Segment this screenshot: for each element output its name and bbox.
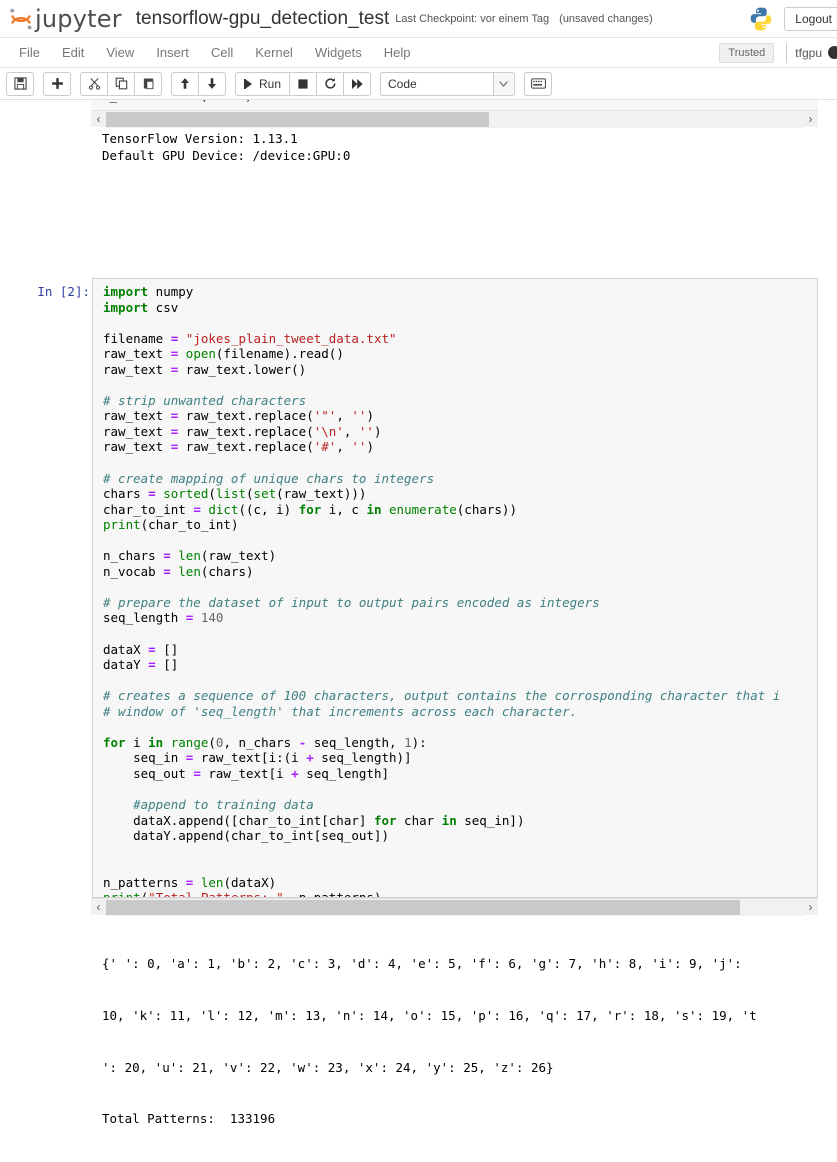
output-line-2: 10, 'k': 11, 'l': 12, 'm': 13, 'n': 14, …: [102, 1008, 757, 1024]
restart-circle-icon: [324, 78, 336, 89]
menu-item-kernel[interactable]: Kernel: [244, 40, 304, 65]
scrollbar-above-cell[interactable]: ‹ ›: [91, 110, 818, 128]
scrollbar-track[interactable]: [106, 110, 803, 128]
menu-item-cell[interactable]: Cell: [200, 40, 244, 65]
scroll-left-arrow-icon[interactable]: ‹: [91, 899, 106, 916]
notebook-title[interactable]: tensorflow-gpu_detection_test: [136, 8, 390, 30]
menu-bar: File Edit View Insert Cell Kernel Widget…: [0, 38, 837, 68]
chevron-down-icon: [493, 72, 514, 95]
scroll-right-arrow-icon[interactable]: ›: [803, 111, 818, 128]
restart-and-run-all-button[interactable]: [343, 71, 372, 96]
stop-square-icon: [298, 78, 308, 89]
previous-cell-output: TensorFlow Version: 1.13.1 Default GPU D…: [102, 131, 351, 163]
restart-kernel-button[interactable]: [316, 71, 345, 96]
menubar-right-group: Trusted tfgpu: [719, 38, 837, 67]
scrollbar-thumb[interactable]: [106, 111, 490, 127]
interrupt-kernel-button[interactable]: [289, 71, 318, 96]
notebook-header: jupyter tensorflow-gpu_detection_test La…: [0, 0, 837, 38]
jupyter-brand-text: jupyter: [35, 4, 122, 33]
command-palette-button[interactable]: [524, 71, 553, 96]
jupyter-logo-icon: [10, 8, 32, 29]
arrow-down-icon: [207, 78, 217, 89]
scroll-left-arrow-icon[interactable]: ‹: [91, 111, 106, 128]
save-icon: [13, 77, 27, 90]
last-checkpoint-label: Last Checkpoint: vor einem Tag: [395, 12, 550, 25]
run-play-icon: [244, 78, 252, 89]
output-line-1: {' ': 0, 'a': 1, 'b': 2, 'c': 3, 'd': 4,…: [102, 956, 742, 972]
scrollbar-code-cell[interactable]: ‹ ›: [91, 898, 818, 916]
toolbar-group-palette: [524, 71, 553, 96]
paste-icon: [143, 78, 153, 90]
menu-item-widgets[interactable]: Widgets: [304, 40, 373, 65]
header-right-group: Logout: [748, 6, 837, 32]
output-line-3: ': 20, 'u': 21, 'v': 22, 'w': 23, 'x': 2…: [102, 1059, 554, 1075]
cell-type-value: Code: [388, 76, 417, 91]
cell-output-area: {' ': 0, 'a': 1, 'b': 2, 'c': 3, 'd': 4,…: [102, 921, 818, 1162]
menu-item-file[interactable]: File: [8, 40, 51, 65]
scrollbar-thumb[interactable]: [106, 899, 741, 915]
output-line-4: Total Patterns: 133196: [102, 1111, 276, 1127]
unsaved-changes-label: (unsaved changes): [559, 12, 653, 25]
run-cell-button[interactable]: Run: [235, 71, 291, 96]
menu-item-edit[interactable]: Edit: [51, 40, 95, 65]
scroll-right-arrow-icon[interactable]: ›: [803, 899, 818, 916]
toolbar-group-save: [6, 71, 34, 96]
insert-cell-below-button[interactable]: [43, 71, 71, 96]
kernel-name-label: tfgpu: [795, 45, 822, 60]
run-button-label: Run: [259, 76, 282, 91]
cell-input-prompt: In [2]:: [37, 284, 90, 299]
notebook-toolbar: Run Code: [0, 68, 837, 100]
clipped-cell-source: n_vocab = len(chars): [102, 100, 253, 103]
copy-icon: [115, 77, 127, 90]
save-button[interactable]: [6, 71, 34, 96]
trusted-badge[interactable]: Trusted: [719, 42, 775, 63]
kernel-indicator[interactable]: tfgpu: [786, 42, 837, 63]
code-cell[interactable]: import numpy import csv filename = "joke…: [92, 278, 818, 898]
arrow-up-icon: [180, 78, 190, 89]
toolbar-group-move: [171, 71, 226, 96]
jupyter-logo[interactable]: jupyter: [8, 5, 122, 33]
plus-icon: [51, 78, 63, 89]
toolbar-group-clipboard: [80, 71, 162, 96]
menu-item-insert[interactable]: Insert: [145, 40, 200, 65]
python-logo-icon: [750, 7, 772, 30]
toolbar-group-run: Run: [235, 71, 372, 96]
code-cell-source[interactable]: import numpy import csv filename = "joke…: [93, 279, 817, 897]
move-cell-down-button[interactable]: [198, 71, 226, 96]
fast-forward-icon: [351, 78, 363, 89]
notebook-body: n_vocab = len(chars) ‹ › TensorFlow Vers…: [0, 100, 837, 1126]
keyboard-icon: [530, 78, 546, 89]
scrollbar-track[interactable]: [106, 898, 803, 916]
clipped-cell-above: n_vocab = len(chars): [91, 100, 818, 110]
scissors-icon: [88, 78, 100, 90]
menu-item-view[interactable]: View: [95, 40, 145, 65]
copy-button[interactable]: [107, 71, 135, 96]
move-cell-up-button[interactable]: [171, 71, 199, 96]
paste-button[interactable]: [134, 71, 162, 96]
cell-type-select[interactable]: Code: [380, 71, 516, 96]
menu-item-help[interactable]: Help: [373, 40, 422, 65]
logout-button[interactable]: Logout: [784, 6, 837, 31]
cut-button[interactable]: [80, 71, 108, 96]
toolbar-group-insert: [43, 71, 71, 96]
kernel-busy-circle-icon: [828, 46, 837, 59]
